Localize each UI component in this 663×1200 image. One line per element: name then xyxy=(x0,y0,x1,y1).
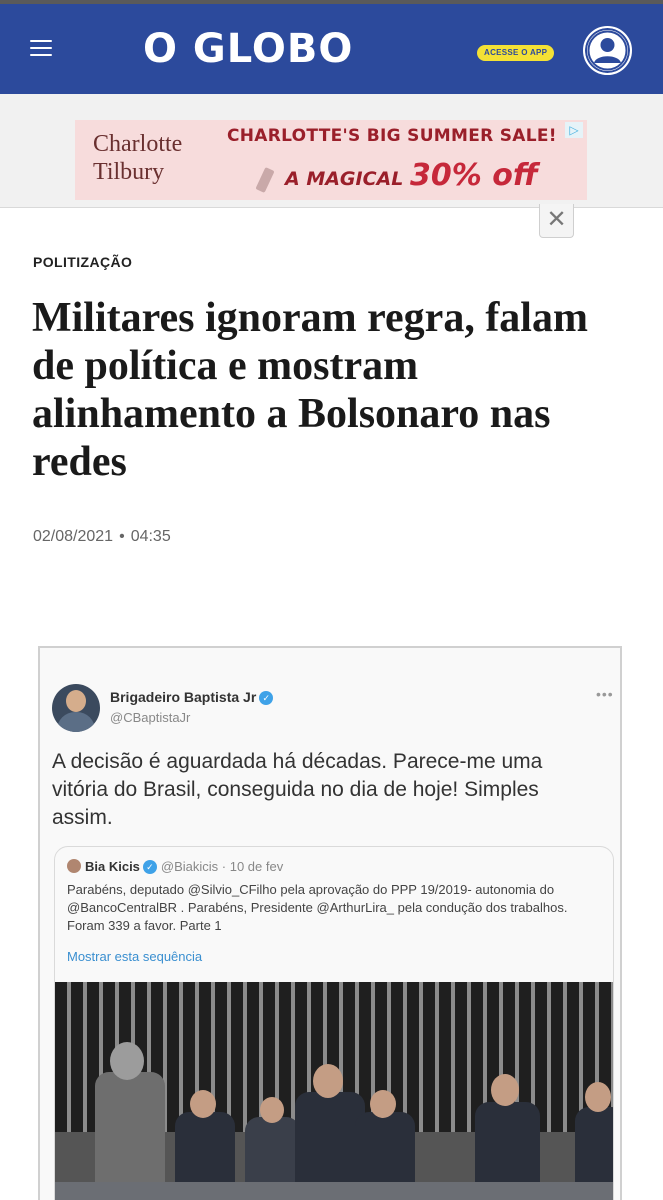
chamber-photo xyxy=(55,982,613,1200)
article-kicker[interactable]: POLITIZAÇÃO xyxy=(33,254,132,270)
article-time: 04:35 xyxy=(130,528,171,545)
ad-brand-line2: Tilbury xyxy=(93,159,165,185)
quoted-tweet-header: Bia Kicis ✓ @Biakicis · 10 de fev xyxy=(67,859,283,874)
article-dateline: 02/08/2021 • 04:35 xyxy=(33,528,171,546)
tweet-card: Brigadeiro Baptista Jr ✓ @CBaptistaJr •••… xyxy=(40,648,620,1200)
tweet-name-text: Brigadeiro Baptista Jr xyxy=(110,689,257,705)
more-icon: ••• xyxy=(596,686,614,702)
date-separator: • xyxy=(119,528,125,545)
close-ad-button[interactable]: ✕ xyxy=(539,204,574,238)
article-image[interactable]: Brigadeiro Baptista Jr ✓ @CBaptistaJr •••… xyxy=(38,646,622,1200)
menu-icon[interactable] xyxy=(30,40,52,58)
quoted-tweet-text: Parabéns, deputado @Silvio_CFilho pela a… xyxy=(67,882,568,933)
quoted-avatar xyxy=(67,859,81,873)
tweet-handle: @CBaptistaJr xyxy=(110,710,191,725)
site-header: O GLOBO ACESSE O APP xyxy=(0,4,663,94)
lipstick-icon xyxy=(255,167,275,193)
ad-brand-logo: Charlotte Tilbury xyxy=(93,130,182,186)
quoted-handle-date: @Biakicis · 10 de fev xyxy=(160,859,284,874)
app-download-badge[interactable]: ACESSE O APP xyxy=(477,45,555,61)
quoted-author-name: Bia Kicis xyxy=(85,859,140,874)
ad-sub-prefix: A MAGICAL xyxy=(285,168,410,190)
verified-icon: ✓ xyxy=(259,691,274,705)
adchoices-icon[interactable]: ▷ xyxy=(565,122,583,138)
ad-subtitle: A MAGICAL 30% off xyxy=(285,158,538,193)
show-thread-link: Mostrar esta sequência xyxy=(67,949,203,964)
ad-title: CHARLOTTE'S BIG SUMMER SALE! xyxy=(227,126,557,146)
quoted-tweet: Bia Kicis ✓ @Biakicis · 10 de fev Parabéns… xyxy=(54,846,614,1200)
article-headline: Militares ignoram regra, falam de políti… xyxy=(32,295,588,485)
ad-banner[interactable]: Charlotte Tilbury CHARLOTTE'S BIG SUMMER… xyxy=(75,120,587,200)
ad-banner-area: Charlotte Tilbury CHARLOTTE'S BIG SUMMER… xyxy=(0,94,663,208)
tweet-avatar xyxy=(52,684,100,732)
site-logo[interactable]: O GLOBO xyxy=(143,26,353,72)
ad-discount: 30% off xyxy=(409,158,538,193)
article-date: 02/08/2021 xyxy=(33,528,114,545)
tweet-text: A decisão é aguardada há décadas. Parece… xyxy=(52,750,543,829)
user-icon[interactable] xyxy=(583,26,632,75)
ad-brand-line1: Charlotte xyxy=(93,131,183,157)
tweet-author-name: Brigadeiro Baptista Jr ✓ xyxy=(110,689,274,705)
verified-icon: ✓ xyxy=(142,860,157,874)
